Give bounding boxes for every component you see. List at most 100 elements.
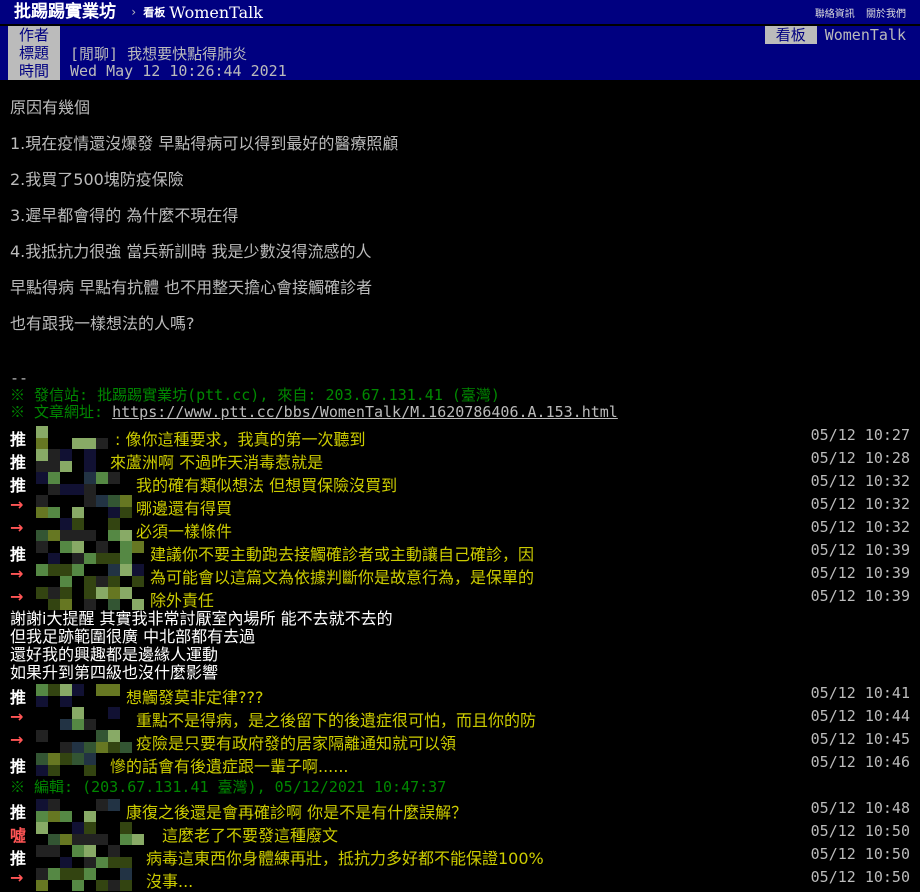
push-row: 推 建議你不要主動跑去接觸確診者或主動讓自己確診，因 05/12 10:39 — [10, 541, 910, 564]
push-text: 沒事... — [146, 872, 194, 891]
body-line: 也有跟我一樣想法的人嗎? — [10, 314, 195, 333]
push-time: 05/12 10:50 — [810, 845, 910, 863]
pixelated-user-id — [36, 799, 122, 822]
push-text: 疫險是只要有政府發的居家隔離通知就可以領 — [136, 734, 457, 753]
body-line: 3.遲早都會得的 為什麼不現在得 — [10, 206, 239, 225]
push-time: 05/12 10:50 — [810, 868, 910, 886]
push-time: 05/12 10:46 — [810, 753, 910, 771]
edit-note: ※ 編輯: (203.67.131.41 臺灣), 05/12/2021 10:… — [10, 778, 447, 796]
push-time: 05/12 10:39 — [810, 564, 910, 582]
push-tag: 推 — [10, 688, 27, 707]
push-row: 推 慘的話會有後遺症跟一輩子啊...... 05/12 10:46 — [10, 753, 910, 776]
push-row: → 必須一樣條件 05/12 10:32 — [10, 518, 910, 541]
pixelated-user-id — [36, 822, 158, 845]
push-tag: → — [10, 707, 24, 726]
pixelated-user-id — [36, 564, 146, 587]
push-tag: 推 — [10, 453, 27, 472]
push-row: → 疫險是只要有政府發的居家隔離通知就可以領 05/12 10:45 — [10, 730, 910, 753]
about-link[interactable]: 關於我們 — [866, 9, 906, 20]
push-tag: → — [10, 868, 24, 887]
push-text: 為可能會以這篇文為依據判斷你是故意行為，是保單的 — [150, 568, 535, 587]
push-tag: 推 — [10, 803, 27, 822]
push-tag: 推 — [10, 849, 27, 868]
pixelated-user-id — [36, 707, 132, 730]
pixelated-user-id — [36, 472, 132, 495]
signature-url-label: ※ 文章網址: — [10, 403, 113, 421]
article-signature: -- ※ 發信站: 批踢踢實業坊(ptt.cc), 來自: 203.67.131… — [10, 370, 618, 421]
push-row: → 除外責任 05/12 10:39 — [10, 587, 910, 610]
push-row: 推 想觸發莫非定律??? 05/12 10:41 — [10, 684, 910, 707]
site-logo-link[interactable]: 批踢踢實業坊 — [0, 0, 124, 24]
signature-source: ※ 發信站: 批踢踢實業坊(ptt.cc), 來自: 203.67.131.41… — [10, 386, 500, 404]
push-time: 05/12 10:45 — [810, 730, 910, 748]
push-text: 康復之後還是會再確診啊 你是不是有什麼誤解？ — [126, 803, 468, 822]
push-row: 噓 這麼老了不要發這種廢文 05/12 10:50 — [10, 822, 910, 845]
meta-time-label: 時間 — [8, 62, 60, 80]
push-row: 推 我的確有類似想法 但想買保險沒買到 05/12 10:32 — [10, 472, 910, 495]
push-row: 推: 像你這種要求，我真的第一次聽到 05/12 10:27 — [10, 426, 910, 449]
push-text: 哪邊還有得買 — [136, 499, 233, 518]
push-time: 05/12 10:50 — [810, 822, 910, 840]
meta-board-value: WomenTalk — [824, 26, 906, 44]
push-tag: 推 — [10, 545, 27, 564]
push-time: 05/12 10:32 — [810, 495, 910, 513]
author-reply-line: 謝謝i大提醒 其實我非常討厭室內場所 能不去就不去的 — [10, 609, 393, 628]
push-time: 05/12 10:32 — [810, 472, 910, 490]
pixelated-user-id — [36, 753, 106, 776]
author-reply-line: 還好我的興趣都是邊緣人運動 — [10, 645, 219, 664]
article-body: 原因有幾個 1.現在疫情還沒爆發 早點得病可以得到最好的醫療照顧 2.我買了50… — [10, 98, 910, 350]
push-list: 推: 像你這種要求，我真的第一次聽到 05/12 10:27 推來蘆洲啊 不過昨天消… — [10, 426, 910, 891]
push-text: 除外責任 — [150, 591, 215, 610]
push-text: 病毒這東西你身體練再壯，抵抗力多好都不能保證100% — [146, 849, 544, 868]
push-text: 必須一樣條件 — [136, 522, 233, 541]
meta-time-row: 時間 Wed May 12 10:26:44 2021 — [0, 62, 920, 80]
pixelated-user-id — [36, 730, 132, 753]
push-text: 想觸發莫非定律??? — [126, 688, 264, 707]
push-text: : 像你這種要求，我真的第一次聽到 — [115, 430, 366, 449]
push-tag: 推 — [10, 757, 27, 776]
body-line: 1.現在疫情還沒爆發 早點得病可以得到最好的醫療照顧 — [10, 134, 399, 153]
article-meta: 作者 看板 WomenTalk 標題 [閒聊] 我想要快點得肺炎 時間 Wed … — [0, 26, 920, 80]
pixelated-user-id — [36, 518, 132, 541]
push-time: 05/12 10:39 — [810, 587, 910, 605]
push-time: 05/12 10:44 — [810, 707, 910, 725]
signature-url-row: ※ 文章網址: https://www.ptt.cc/bbs/WomenTalk… — [10, 404, 618, 421]
body-line: 4.我抵抗力很強 當兵新訓時 我是少數沒得流感的人 — [10, 242, 372, 261]
push-tag: → — [10, 518, 24, 537]
breadcrumb-separator: › — [130, 5, 138, 19]
pixelated-user-id — [36, 495, 132, 518]
push-time: 05/12 10:28 — [810, 449, 910, 467]
push-row: 推 來蘆洲啊 不過昨天消毒惹就是 05/12 10:28 — [10, 449, 910, 472]
meta-title-label: 標題 — [8, 44, 60, 62]
push-tag: → — [10, 495, 24, 514]
breadcrumb-board-link[interactable]: WomenTalk — [169, 3, 263, 22]
push-tag: 推 — [10, 476, 27, 495]
article-url-link[interactable]: https://www.ptt.cc/bbs/WomenTalk/M.16207… — [112, 403, 618, 421]
push-tag: 推 — [10, 430, 27, 449]
author-reply-line: 但我足跡範圍很廣 中北部都有去過 — [10, 627, 256, 646]
push-row: → 為可能會以這篇文為依據判斷你是故意行為，是保單的 05/12 10:39 — [10, 564, 910, 587]
meta-author-label: 作者 — [8, 26, 60, 44]
push-tag: → — [10, 730, 24, 749]
push-time: 05/12 10:39 — [810, 541, 910, 559]
push-text: 建議你不要主動跑去接觸確診者或主動讓自己確診，因 — [150, 545, 535, 564]
push-text: 這麼老了不要發這種廢文 — [162, 826, 339, 845]
push-text: 來蘆洲啊 不過昨天消毒惹就是 — [110, 453, 324, 472]
top-links: 聯絡資訊 關於我們 — [807, 5, 906, 20]
push-time: 05/12 10:32 — [810, 518, 910, 536]
body-line: 早點得病 早點有抗體 也不用整天擔心會接觸確診者 — [10, 278, 373, 297]
push-row: 推 康復之後還是會再確診啊 你是不是有什麼誤解？ 05/12 10:48 — [10, 799, 910, 822]
meta-author-row: 作者 看板 WomenTalk — [0, 26, 920, 44]
contact-link[interactable]: 聯絡資訊 — [815, 9, 855, 20]
push-tag: → — [10, 564, 24, 583]
pixelated-user-id — [36, 845, 142, 868]
meta-title-value: [閒聊] 我想要快點得肺炎 — [70, 44, 248, 63]
pixelated-user-id — [36, 541, 146, 564]
pixelated-user-id — [36, 684, 122, 707]
meta-time-value: Wed May 12 10:26:44 2021 — [70, 62, 287, 80]
signature-dashes: -- — [10, 369, 29, 387]
pixelated-user-id — [36, 426, 111, 449]
push-text: 重點不是得病，是之後留下的後遺症很可怕，而且你的防 — [136, 711, 537, 730]
top-nav-bar: 批踢踢實業坊 › 看板 WomenTalk 聯絡資訊 關於我們 — [0, 0, 920, 24]
body-line: 2.我買了500塊防疫保險 — [10, 170, 184, 189]
